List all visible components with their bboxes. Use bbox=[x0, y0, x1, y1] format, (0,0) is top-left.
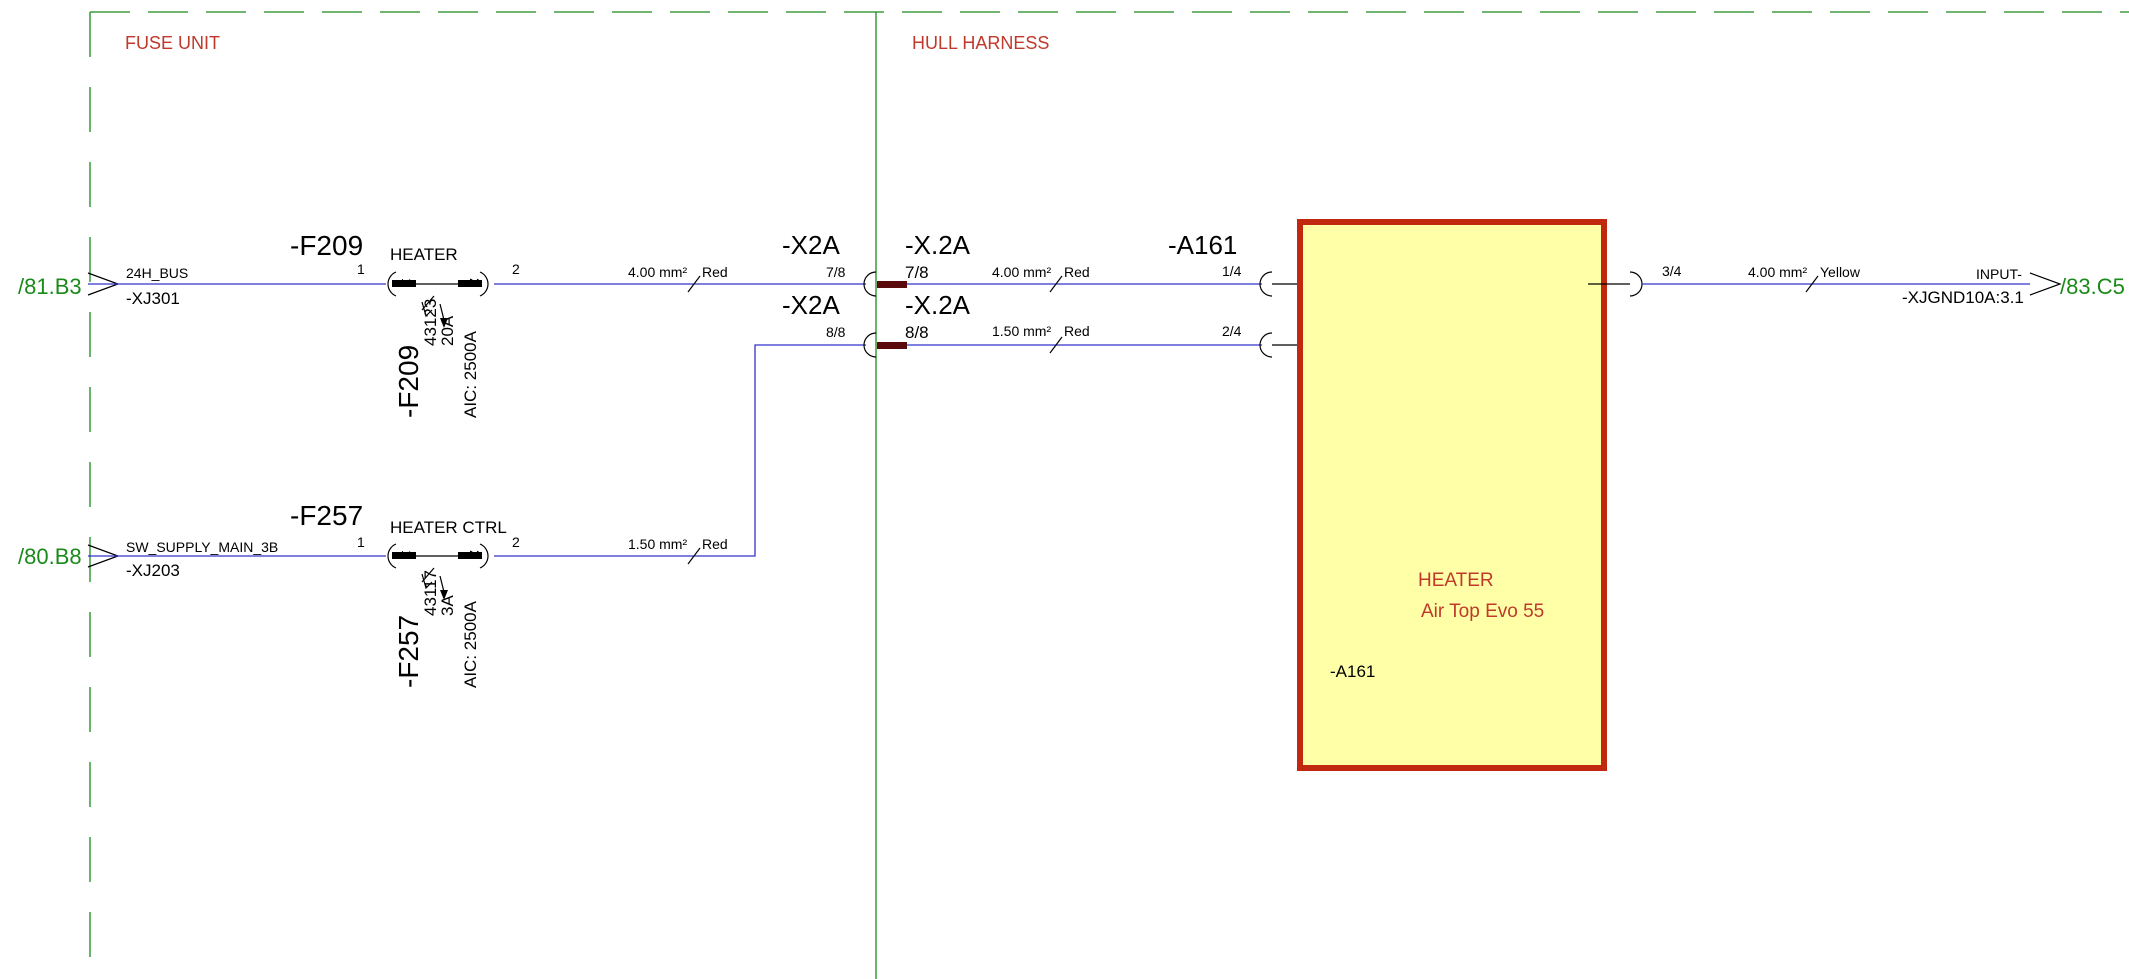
connector-x2a-pin8-icon[interactable] bbox=[863, 332, 907, 358]
connector-x2a-pin7-icon[interactable] bbox=[863, 271, 907, 297]
fuse-tag-f257-vertical: -F257 bbox=[393, 615, 424, 688]
fuse-name-heater-ctrl: HEATER CTRL bbox=[390, 518, 507, 537]
wire-size-4mm: 4.00 mm² bbox=[628, 264, 687, 280]
svg-text:2: 2 bbox=[467, 550, 483, 558]
connector-label-xj301: -XJ301 bbox=[126, 289, 180, 308]
svg-text:2: 2 bbox=[467, 278, 483, 286]
device-tag-a161-top: -A161 bbox=[1168, 230, 1237, 260]
fuse-tag-f257: -F257 bbox=[290, 500, 363, 531]
connector-pin-x-2a-8-8: 8/8 bbox=[905, 323, 929, 342]
wire-size-1-5mm: 1.50 mm² bbox=[628, 536, 687, 552]
fuse-tag-f209-vertical: -F209 bbox=[393, 345, 424, 418]
fuse-rating-3a: 3A bbox=[438, 595, 457, 616]
wire-color-red-2: Red bbox=[702, 536, 728, 552]
heater-tag-a161: -A161 bbox=[1330, 662, 1375, 681]
device-pin-2-4: 2/4 bbox=[1222, 323, 1242, 339]
fuse-pin-in-1b: 1 bbox=[357, 534, 365, 550]
output-wire-color: Yellow bbox=[1820, 264, 1861, 280]
bus-label-24h: 24H_BUS bbox=[126, 265, 188, 281]
cross-ref-in-81-b3[interactable]: /81.B3 bbox=[18, 274, 82, 299]
fuse-pin-out-2: 2 bbox=[512, 261, 520, 277]
fuse-name-heater: HEATER bbox=[390, 245, 458, 264]
output-signal-label: INPUT- bbox=[1976, 266, 2022, 282]
bus-label-sw-supply: SW_SUPPLY_MAIN_3B bbox=[126, 539, 278, 555]
harness-w1-color: Red bbox=[1064, 264, 1090, 280]
heater-model: Air Top Evo 55 bbox=[1421, 601, 1544, 622]
area-label-hull-harness: HULL HARNESS bbox=[912, 33, 1049, 53]
output-wire-size: 4.00 mm² bbox=[1748, 264, 1807, 280]
harness-w1-size: 4.00 mm² bbox=[992, 264, 1051, 280]
wire-color-red: Red bbox=[702, 264, 728, 280]
fuse-rating-20a: 20A bbox=[438, 315, 457, 346]
svg-text:1: 1 bbox=[399, 278, 415, 286]
connector-label-xj203: -XJ203 bbox=[126, 561, 180, 580]
fuse-aic-2500a-2: AIC: 2500A bbox=[461, 600, 480, 688]
heater-device-box[interactable] bbox=[1297, 219, 1607, 771]
fuse-aic-2500a: AIC: 2500A bbox=[461, 330, 480, 418]
fuse-pin-in-1: 1 bbox=[357, 261, 365, 277]
device-pin-1-4: 1/4 bbox=[1222, 263, 1242, 279]
cross-ref-in-80-b8[interactable]: /80.B8 bbox=[18, 544, 82, 569]
schematic-canvas: FUSE UNIT HULL HARNESS /81.B3 24H_BUS -X… bbox=[18, 11, 2129, 979]
connector-pin-x-2a-7-8: 7/8 bbox=[905, 263, 929, 282]
connector-tag-x2a-1: -X2A bbox=[782, 230, 840, 260]
wire-fuse-to-x2a-8[interactable] bbox=[494, 344, 866, 557]
cross-ref-out-83-c5[interactable]: /83.C5 bbox=[2060, 274, 2125, 299]
connector-pin-x2a-8-8: 8/8 bbox=[826, 324, 846, 340]
area-label-fuse-unit: FUSE UNIT bbox=[125, 33, 220, 53]
fuse-f257-vertical-labels: -F257 43117 3A AIC: 2500A bbox=[393, 570, 480, 688]
fuse-tag-f209: -F209 bbox=[290, 230, 363, 261]
heater-title: HEATER bbox=[1418, 570, 1494, 591]
harness-w2-color: Red bbox=[1064, 323, 1090, 339]
connector-tag-x2a-2: -X2A bbox=[782, 290, 840, 320]
output-pin-3-4: 3/4 bbox=[1662, 263, 1682, 279]
output-connector-label: -XJGND10A:3.1 bbox=[1902, 288, 2024, 307]
harness-w2-size: 1.50 mm² bbox=[992, 323, 1051, 339]
fuse-pin-out-2b: 2 bbox=[512, 534, 520, 550]
connector-tag-x-2a-2: -X.2A bbox=[905, 290, 971, 320]
connector-tag-x-2a-1: -X.2A bbox=[905, 230, 971, 260]
arrow-out-icon bbox=[2029, 272, 2062, 296]
svg-text:1: 1 bbox=[399, 550, 415, 558]
output-socket-icon bbox=[1629, 271, 1643, 297]
fuse-f209-vertical-labels: -F209 43123 20A AIC: 2500A bbox=[393, 299, 480, 418]
connector-pin-x2a-7-8: 7/8 bbox=[826, 264, 846, 280]
